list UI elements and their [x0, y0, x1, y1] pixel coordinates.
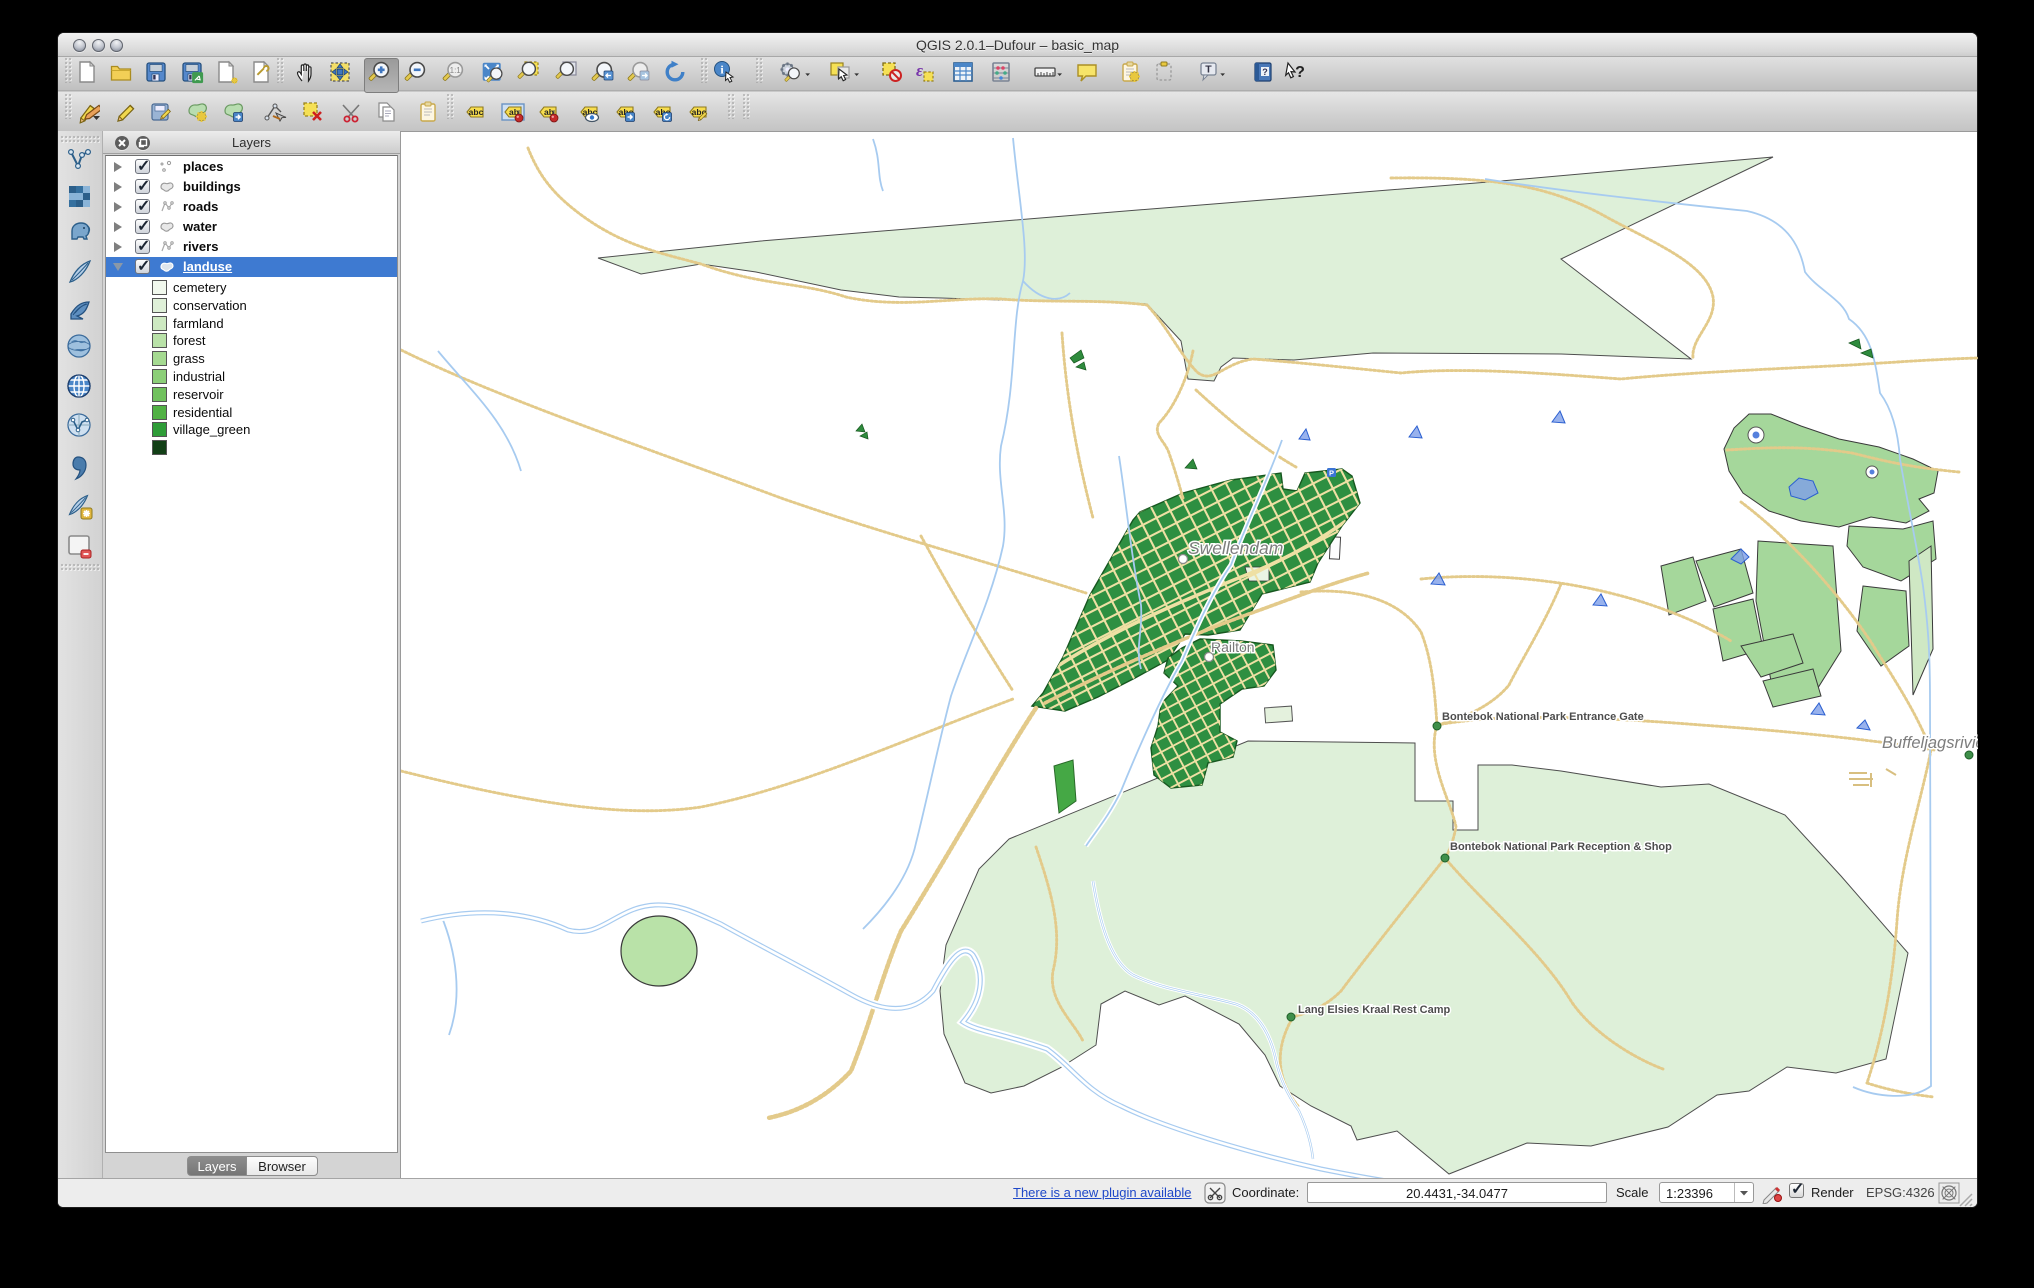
- svg-text:P: P: [1329, 469, 1334, 478]
- svg-text:abc: abc: [469, 107, 484, 117]
- svg-text:Railton: Railton: [1211, 639, 1255, 655]
- svg-text:ε: ε: [916, 61, 923, 80]
- svg-text:?: ?: [1262, 67, 1268, 77]
- svg-text:Bontebok National Park Entranc: Bontebok National Park Entrance Gate: [1442, 711, 1644, 723]
- svg-text:T: T: [1205, 64, 1212, 76]
- svg-text:1:1: 1:1: [450, 66, 462, 75]
- svg-text:Buffeljagsrivier: Buffeljagsrivier: [1882, 734, 1978, 752]
- svg-text:Lang Elsies Kraal Rest Camp: Lang Elsies Kraal Rest Camp: [1298, 1004, 1451, 1016]
- svg-text:Bontebok National Park Recepti: Bontebok National Park Reception & Shop: [1450, 841, 1672, 853]
- svg-text:Swellendam: Swellendam: [1188, 538, 1283, 558]
- svg-text:?: ?: [1295, 64, 1305, 81]
